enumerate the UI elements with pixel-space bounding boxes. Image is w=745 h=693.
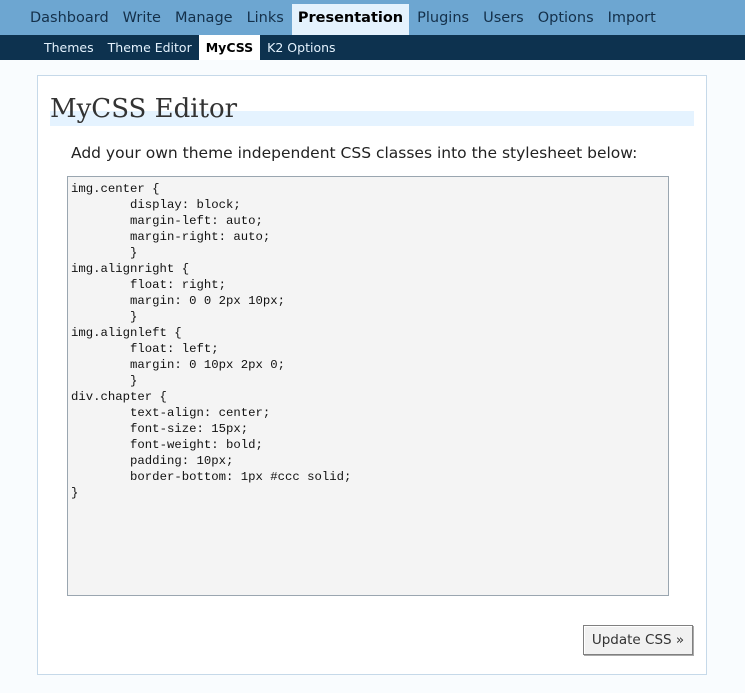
sub-navigation: Themes Theme Editor MyCSS K2 Options: [0, 35, 745, 60]
subnav-k2-options[interactable]: K2 Options: [260, 35, 342, 60]
nav-users[interactable]: Users: [477, 4, 530, 35]
subnav-mycss[interactable]: MyCSS: [198, 35, 261, 60]
nav-write[interactable]: Write: [117, 4, 167, 35]
nav-plugins[interactable]: Plugins: [411, 4, 475, 35]
subnav-theme-editor[interactable]: Theme Editor: [101, 35, 199, 60]
subnav-themes[interactable]: Themes: [37, 35, 101, 60]
css-editor-textarea[interactable]: [67, 176, 669, 596]
nav-manage[interactable]: Manage: [169, 4, 239, 35]
nav-links[interactable]: Links: [241, 4, 290, 35]
intro-text: Add your own theme independent CSS class…: [71, 144, 638, 162]
content-panel: MyCSS Editor Add your own theme independ…: [37, 75, 707, 675]
nav-options[interactable]: Options: [532, 4, 600, 35]
nav-dashboard[interactable]: Dashboard: [24, 4, 115, 35]
top-navigation: Dashboard Write Manage Links Presentatio…: [0, 0, 745, 35]
title-row: MyCSS Editor: [50, 92, 694, 128]
page-title: MyCSS Editor: [50, 94, 238, 124]
nav-import[interactable]: Import: [602, 4, 662, 35]
nav-presentation[interactable]: Presentation: [291, 4, 410, 35]
update-css-button[interactable]: Update CSS »: [583, 625, 693, 655]
